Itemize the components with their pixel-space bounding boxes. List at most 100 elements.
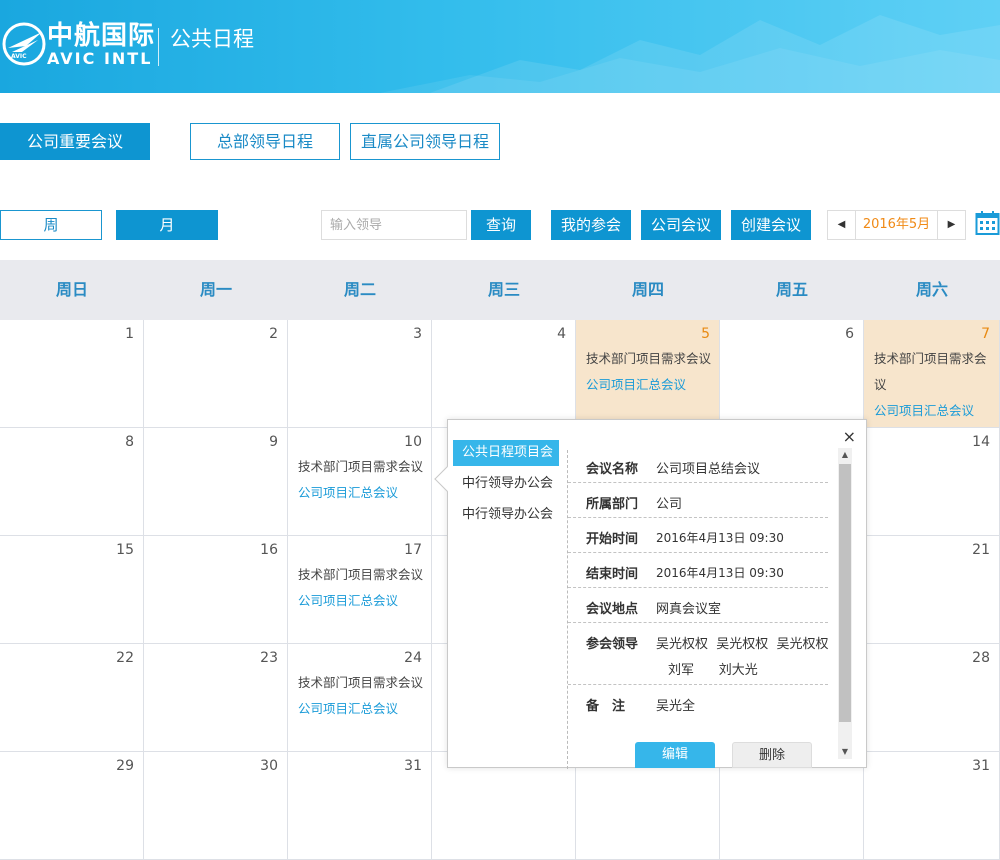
calendar-day-cell[interactable]: 17 技术部门项目需求会议 公司项目汇总会议 xyxy=(288,536,432,644)
day-number: 8 xyxy=(125,434,134,450)
triangle-right-icon[interactable]: ▶ xyxy=(937,211,965,239)
detail-row-end-time: 结束时间 2016年4月13日 09:30 xyxy=(568,553,828,588)
detail-key: 结束时间 xyxy=(586,567,639,582)
brand-name-en: AVIC INTL xyxy=(47,49,153,68)
popup-scrollbar[interactable]: ▲ ▼ xyxy=(838,448,852,759)
day-number: 2 xyxy=(269,326,278,342)
calendar-icon[interactable] xyxy=(975,210,1000,236)
avic-logo: AVIC xyxy=(2,22,46,66)
detail-row-department: 所属部门 公司 xyxy=(568,483,828,518)
calendar-day-cell[interactable] xyxy=(576,752,720,860)
calendar-day-cell[interactable]: 6 xyxy=(720,320,864,428)
day-number: 31 xyxy=(972,758,990,774)
day-number: 17 xyxy=(404,542,422,558)
scrollbar-thumb[interactable] xyxy=(839,464,851,722)
delete-button[interactable]: 删除 xyxy=(732,742,812,768)
calendar-day-cell[interactable]: 29 xyxy=(0,752,144,860)
weekday-header: 周日 周一 周二 周三 周四 周五 周六 xyxy=(0,260,1000,320)
event-link[interactable]: 公司项目汇总会议 xyxy=(288,588,431,614)
detail-value: 2016年4月13日 09:30 xyxy=(656,566,784,580)
calendar-day-cell[interactable]: 28 xyxy=(864,644,1000,752)
day-number: 6 xyxy=(845,326,854,342)
company-meetings-button[interactable]: 公司会议 xyxy=(641,210,721,240)
calendar-day-cell[interactable]: 15 xyxy=(0,536,144,644)
event-item[interactable]: 技术部门项目需求会议 xyxy=(576,346,719,372)
weekday-label: 周四 xyxy=(631,280,664,299)
calendar-day-cell[interactable]: 2 xyxy=(144,320,288,428)
calendar-day-cell[interactable]: 16 xyxy=(144,536,288,644)
calendar-day-cell[interactable]: 5 技术部门项目需求会议 公司项目汇总会议 xyxy=(576,320,720,428)
day-number: 22 xyxy=(116,650,134,666)
view-month-button[interactable]: 月 xyxy=(116,210,218,240)
meeting-details: 会议名称 公司项目总结会议 所属部门 公司 开始时间 2016年4月13日 09… xyxy=(568,448,829,720)
detail-key: 所属部门 xyxy=(586,497,639,512)
edit-button[interactable]: 编辑 xyxy=(635,742,715,768)
calendar-day-cell[interactable]: 30 xyxy=(144,752,288,860)
day-number: 29 xyxy=(116,758,134,774)
day-number: 3 xyxy=(413,326,422,342)
page-title: 公共日程 xyxy=(170,27,254,51)
calendar-day-cell[interactable]: 22 xyxy=(0,644,144,752)
calendar-day-cell[interactable]: 23 xyxy=(144,644,288,752)
meeting-list-item[interactable]: 中行领导办公会 xyxy=(453,471,559,497)
day-number: 30 xyxy=(260,758,278,774)
scroll-down-icon[interactable]: ▼ xyxy=(838,745,852,759)
header-divider xyxy=(158,28,159,66)
calendar-day-cell[interactable]: 10 技术部门项目需求会议 公司项目汇总会议 xyxy=(288,428,432,536)
tab-hq-leader-schedule[interactable]: 总部领导日程 xyxy=(190,123,340,160)
close-icon[interactable]: × xyxy=(843,428,856,446)
detail-key: 会议名称 xyxy=(586,462,639,477)
day-number: 14 xyxy=(972,434,990,450)
day-number: 15 xyxy=(116,542,134,558)
event-item[interactable]: 技术部门项目需求会议 xyxy=(288,562,431,588)
event-link[interactable]: 公司项目汇总会议 xyxy=(864,398,999,424)
calendar-day-cell[interactable]: 9 xyxy=(144,428,288,536)
tab-company-meetings[interactable]: 公司重要会议 xyxy=(0,123,150,160)
detail-value-line2: 刘军 刘大光 xyxy=(668,663,758,678)
calendar-day-cell[interactable] xyxy=(432,752,576,860)
create-meeting-button[interactable]: 创建会议 xyxy=(731,210,811,240)
view-week-button[interactable]: 周 xyxy=(0,210,102,240)
detail-row-attendees: 参会领导 吴光权权 吴光权权 吴光权权 刘军 刘大光 xyxy=(568,623,829,685)
event-link[interactable]: 公司项目汇总会议 xyxy=(288,696,431,722)
calendar-day-cell[interactable]: 31 xyxy=(288,752,432,860)
detail-row-start-time: 开始时间 2016年4月13日 09:30 xyxy=(568,518,828,553)
leader-search-input[interactable] xyxy=(321,210,467,240)
event-link[interactable]: 公司项目汇总会议 xyxy=(288,480,431,506)
calendar-day-cell[interactable]: 4 xyxy=(432,320,576,428)
event-item[interactable]: 技术部门项目需求会议 xyxy=(288,670,431,696)
weekday-label: 周三 xyxy=(487,280,520,299)
brand-name-cn: 中航国际 xyxy=(47,21,156,51)
scroll-up-icon[interactable]: ▲ xyxy=(838,448,852,462)
app-header: AVIC 中航国际 AVIC INTL 公共日程 xyxy=(0,0,1000,93)
calendar-day-cell[interactable]: 21 xyxy=(864,536,1000,644)
weekday-label: 周六 xyxy=(915,280,948,299)
triangle-left-icon[interactable]: ◀ xyxy=(828,211,856,239)
weekday-label: 周五 xyxy=(775,280,808,299)
calendar-day-cell[interactable] xyxy=(720,752,864,860)
event-link[interactable]: 公司项目汇总会议 xyxy=(576,372,719,398)
query-button[interactable]: 查询 xyxy=(471,210,531,240)
calendar-day-cell[interactable]: 7 技术部门项目需求会议 公司项目汇总会议 xyxy=(864,320,1000,428)
my-meetings-button[interactable]: 我的参会 xyxy=(551,210,631,240)
detail-value: 吴光权权 吴光权权 吴光权权 xyxy=(656,637,829,652)
event-item[interactable]: 技术部门项目需求会议 xyxy=(288,454,431,480)
tab-subsidiary-leader-schedule[interactable]: 直属公司领导日程 xyxy=(350,123,500,160)
calendar-day-cell[interactable]: 31 xyxy=(864,752,1000,860)
weekday-label: 周二 xyxy=(343,280,376,299)
day-number: 28 xyxy=(972,650,990,666)
calendar-day-cell[interactable]: 3 xyxy=(288,320,432,428)
detail-key: 参会领导 xyxy=(586,637,639,652)
detail-key: 开始时间 xyxy=(586,532,639,547)
day-number: 1 xyxy=(125,326,134,342)
day-number: 5 xyxy=(701,326,710,342)
detail-value: 吴光全 xyxy=(656,699,696,714)
calendar-day-cell[interactable]: 8 xyxy=(0,428,144,536)
calendar-day-cell[interactable]: 24 技术部门项目需求会议 公司项目汇总会议 xyxy=(288,644,432,752)
calendar-day-cell[interactable]: 14 xyxy=(864,428,1000,536)
day-number: 4 xyxy=(557,326,566,342)
calendar-day-cell[interactable]: 1 xyxy=(0,320,144,428)
event-item[interactable]: 技术部门项目需求会议 xyxy=(864,346,999,398)
meeting-list-item[interactable]: 中行领导办公会 xyxy=(453,502,559,528)
meeting-list-item[interactable]: 公共日程项目会 xyxy=(453,440,559,466)
